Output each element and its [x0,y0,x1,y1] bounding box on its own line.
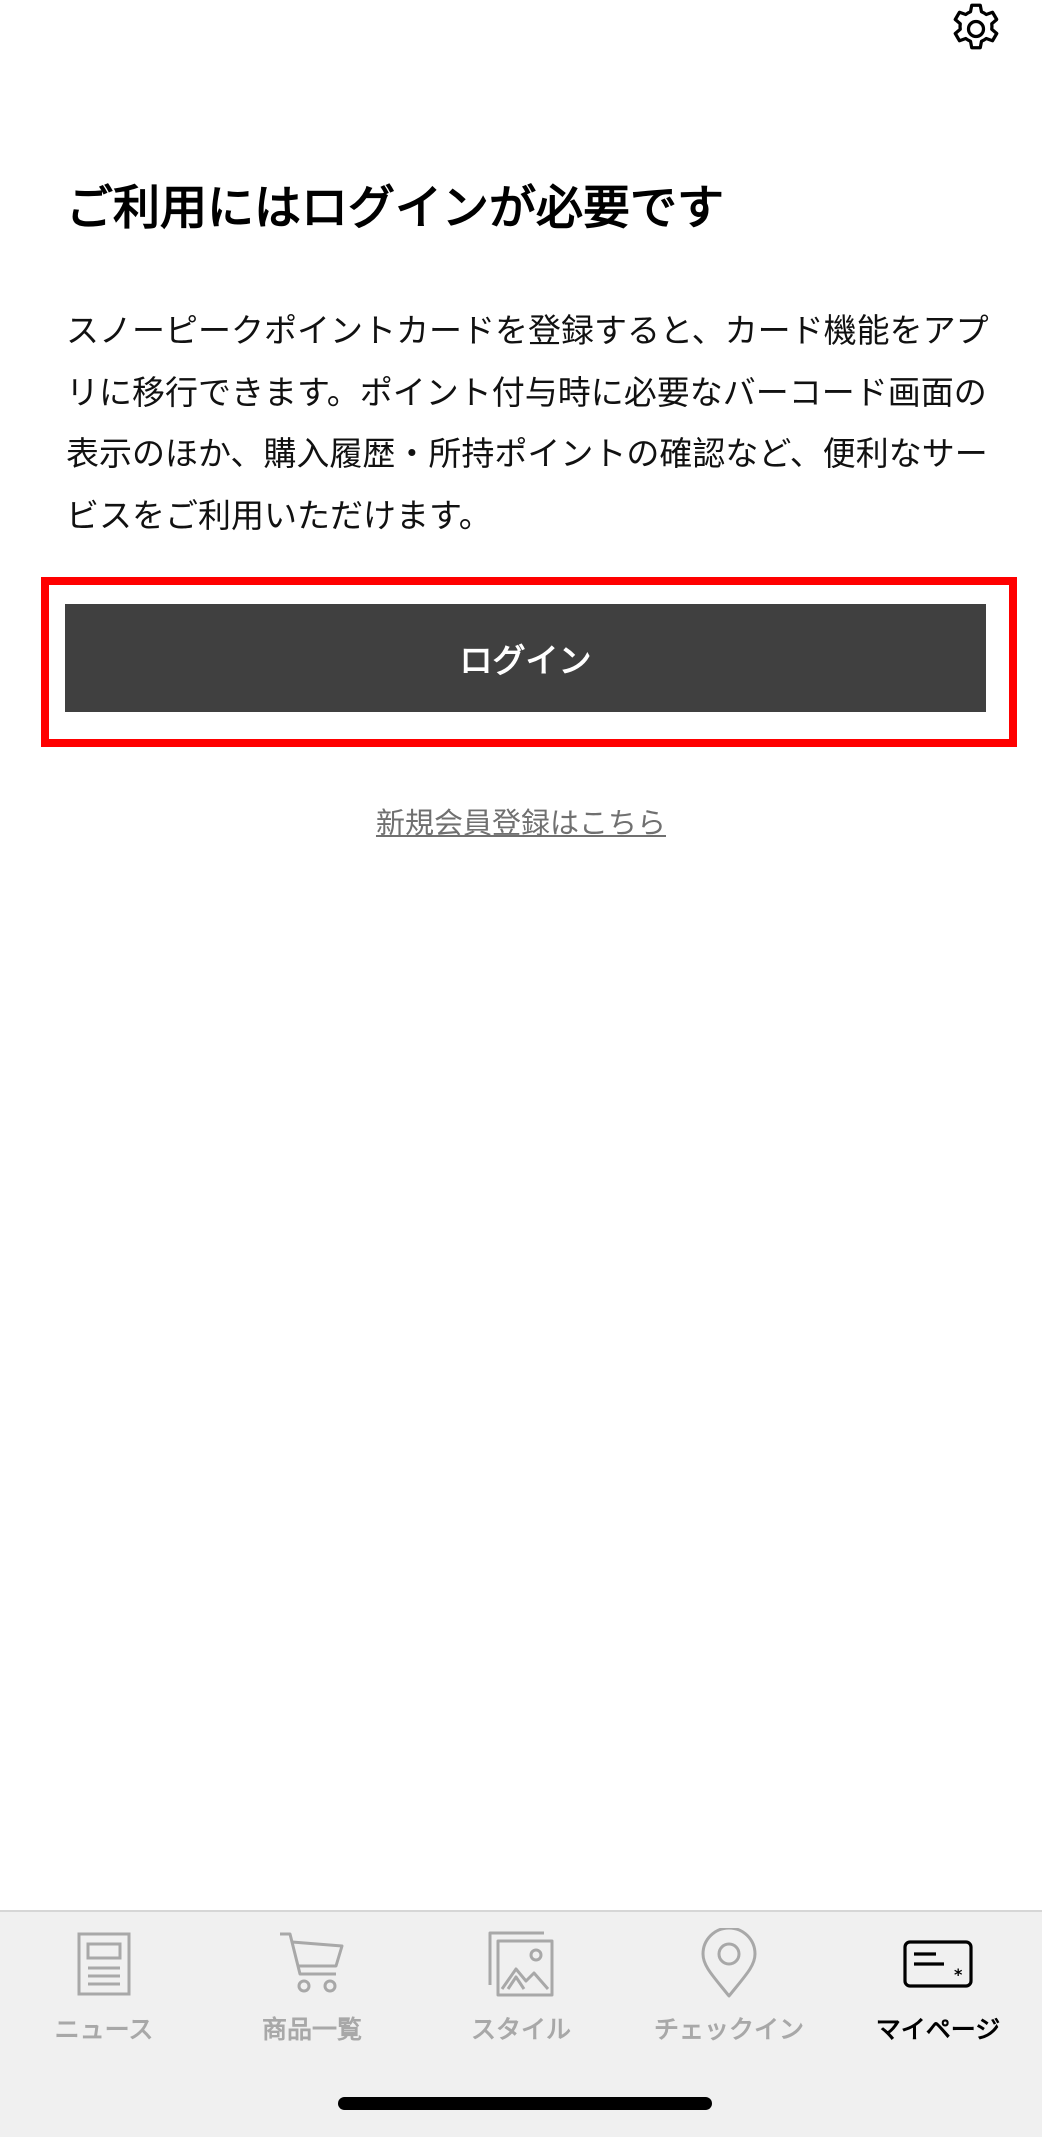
tab-mypage[interactable]: * マイページ [834,1924,1042,2064]
member-card-icon: * [898,1924,978,2004]
svg-text:*: * [954,1965,963,1984]
gear-icon [946,0,1006,63]
photo-icon [481,1924,561,2004]
description-text: スノーピークポイントカードを登録すると、カード機能をアプリに移行できます。ポイン… [66,311,989,535]
tab-style[interactable]: スタイル [417,1924,625,2064]
newspaper-icon [64,1924,144,2004]
register-link[interactable]: 新規会員登録はこちら [0,800,1042,842]
location-pin-icon [689,1924,769,2004]
tab-label: スタイル [470,2015,571,2044]
tab-products[interactable]: 商品一覧 [208,1924,416,2064]
home-indicator [338,2097,712,2110]
login-button[interactable]: ログイン [65,604,986,712]
tab-news[interactable]: ニュース [0,1924,208,2064]
tab-label: チェックイン [653,2015,804,2044]
settings-button[interactable] [945,0,1007,62]
cart-icon [272,1924,352,2004]
page-title: ご利用にはログインが必要です [66,181,724,236]
tab-label: 商品一覧 [261,2015,362,2044]
tab-checkin[interactable]: チェックイン [625,1924,833,2064]
tab-label: マイページ [875,2015,1001,2044]
tab-label: ニュース [54,2015,154,2044]
